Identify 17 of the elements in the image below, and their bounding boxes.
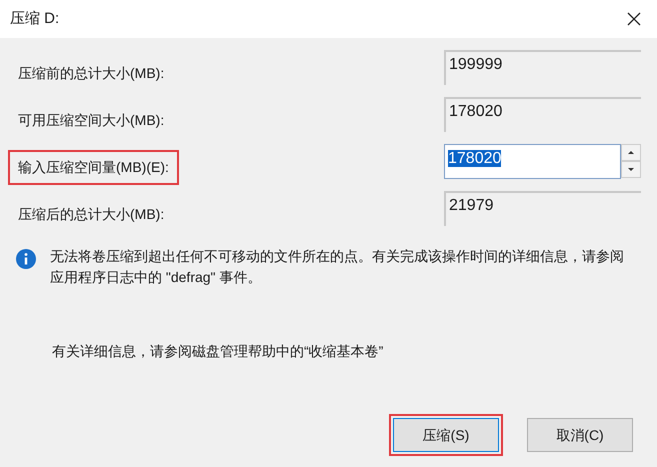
- dialog-button[interactable]: 取消(C): [527, 418, 633, 452]
- spin-down-button[interactable]: [621, 161, 641, 178]
- input-field[interactable]: 178020: [444, 144, 621, 179]
- close-icon[interactable]: [627, 12, 641, 26]
- field-label: 输入压缩空间量(MB)(E):: [8, 150, 179, 185]
- spin-up-button[interactable]: [621, 144, 641, 161]
- info-message: 无法将卷压缩到超出任何不可移动的文件所在的点。有关完成该操作时间的详细信息，请参阅应用程序日志中的 "defrag" 事件。: [50, 247, 625, 287]
- dialog-button[interactable]: 压缩(S): [393, 418, 499, 452]
- value-field: 21979: [444, 191, 641, 226]
- field-label: 压缩后的总计大小(MB):: [17, 205, 166, 224]
- field-label: 可用压缩空间大小(MB):: [17, 111, 166, 130]
- value-field: 199999: [444, 50, 641, 85]
- window-title: 压缩 D:: [10, 8, 60, 29]
- info-icon: [16, 249, 36, 269]
- value-field: 178020: [444, 97, 641, 132]
- field-label: 压缩前的总计大小(MB):: [17, 64, 166, 83]
- help-text: 有关详细信息，请参阅磁盘管理帮助中的“收缩基本卷”: [52, 343, 384, 359]
